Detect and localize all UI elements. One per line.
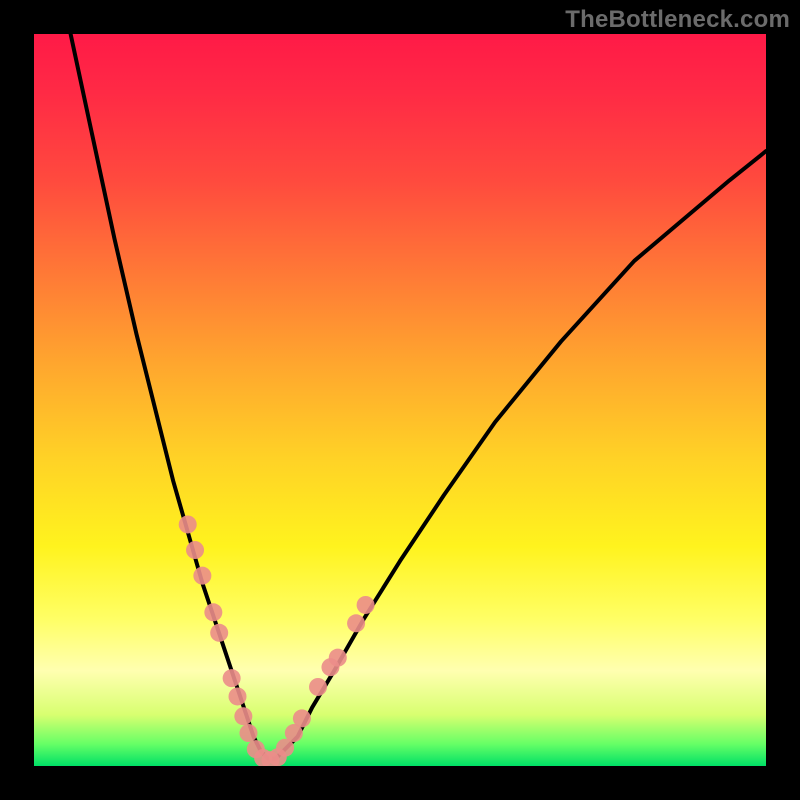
data-point xyxy=(229,687,247,705)
chart-svg xyxy=(34,34,766,766)
data-markers xyxy=(179,515,375,766)
data-point xyxy=(293,709,311,727)
data-point xyxy=(186,541,204,559)
data-point xyxy=(309,678,327,696)
watermark: TheBottleneck.com xyxy=(565,6,790,34)
data-point xyxy=(329,649,347,667)
curve-line xyxy=(71,34,766,759)
data-point xyxy=(204,603,222,621)
data-point xyxy=(347,614,365,632)
data-point xyxy=(179,515,197,533)
data-point xyxy=(239,724,257,742)
chart-container: TheBottleneck.com xyxy=(0,0,800,800)
bottleneck-curve xyxy=(71,34,766,759)
data-point xyxy=(193,567,211,585)
data-point xyxy=(210,624,228,642)
data-point xyxy=(234,707,252,725)
data-point xyxy=(357,596,375,614)
plot-area xyxy=(34,34,766,766)
data-point xyxy=(223,669,241,687)
